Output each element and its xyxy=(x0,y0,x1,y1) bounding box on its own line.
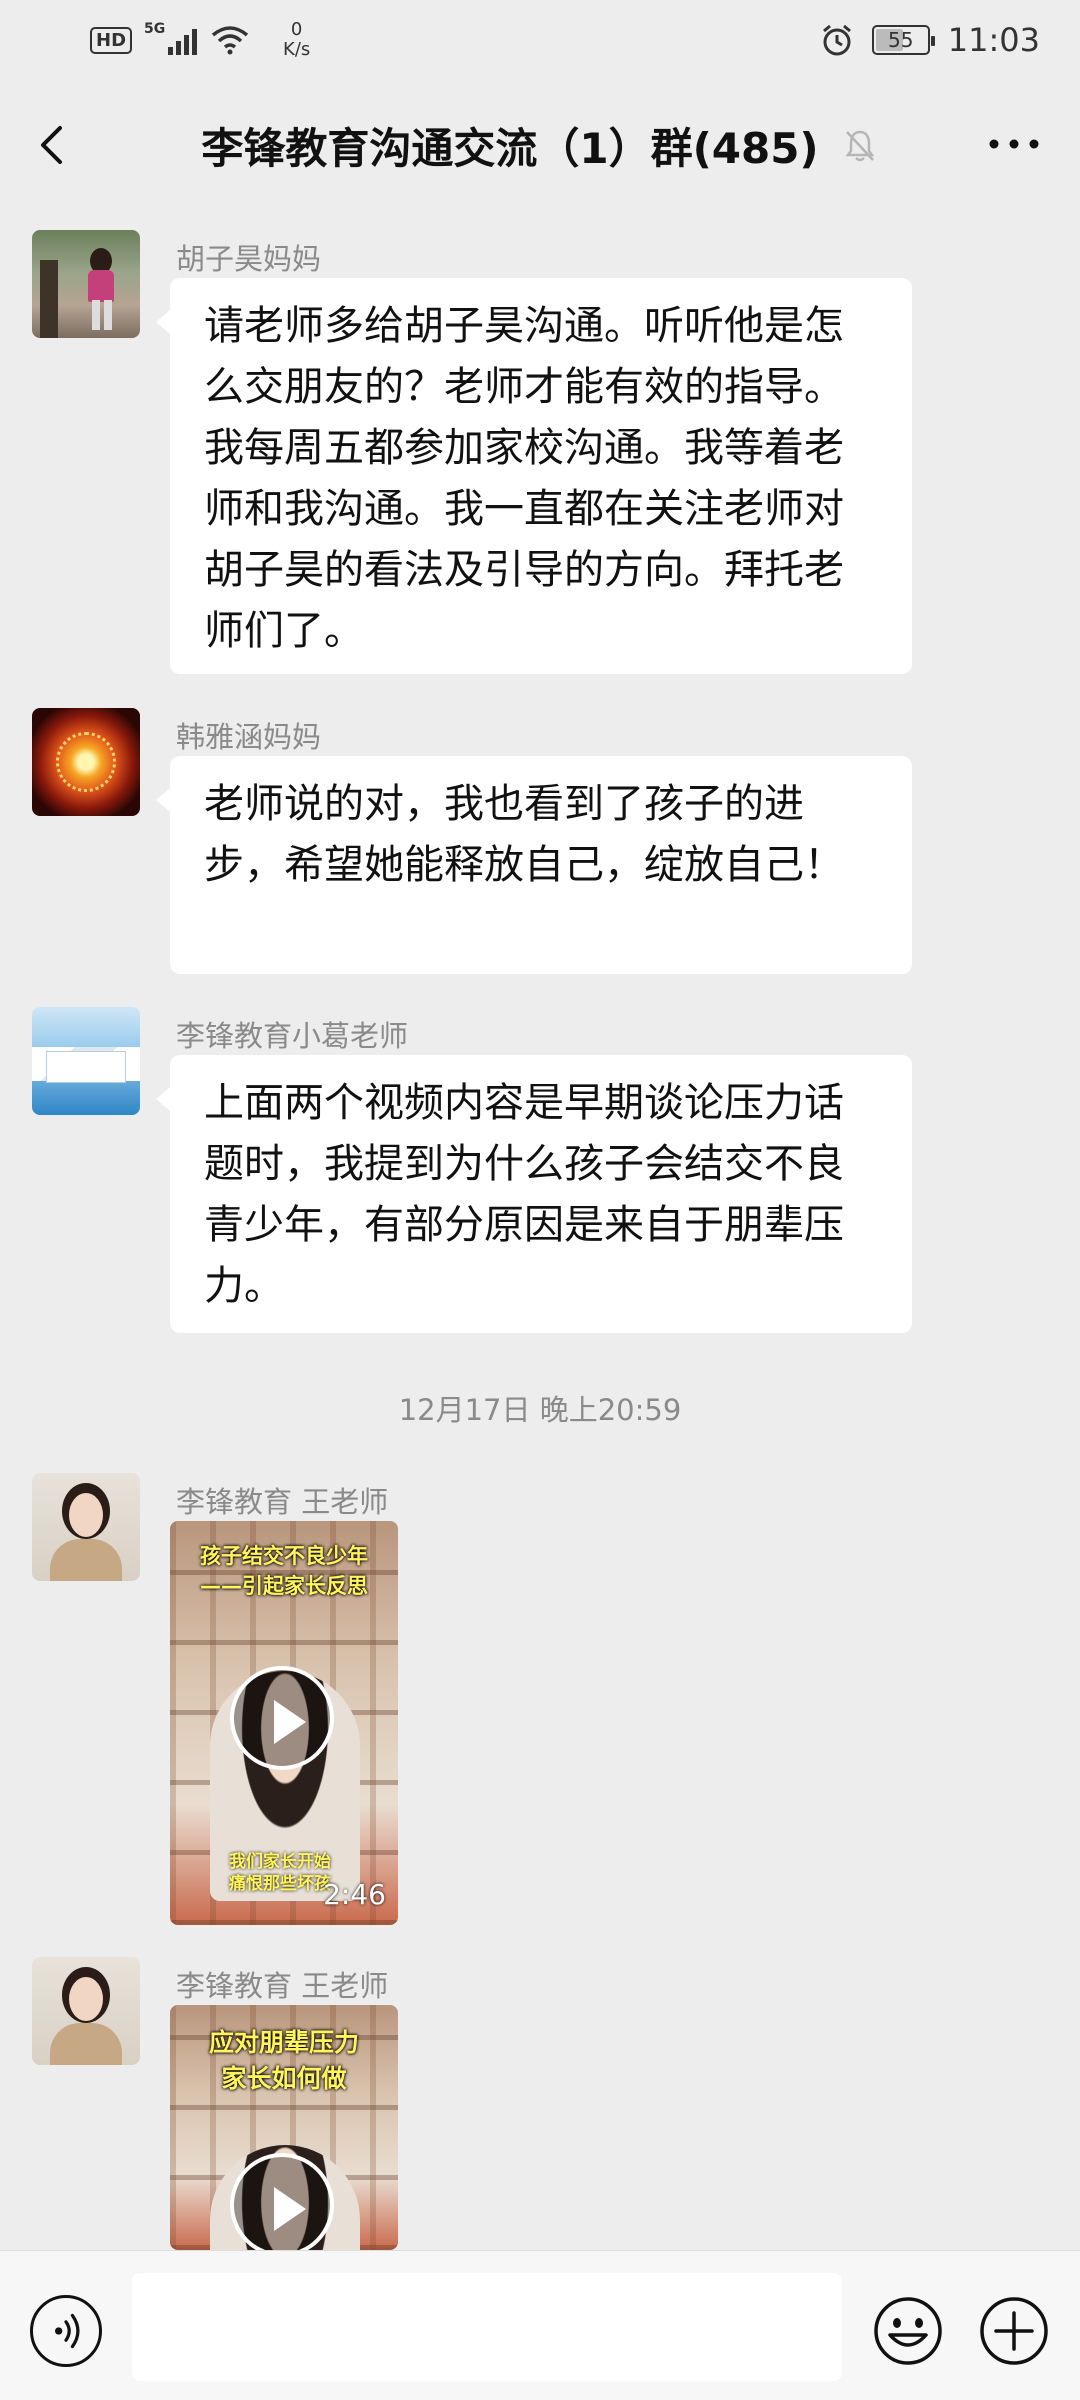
network-type: 5G xyxy=(144,21,166,37)
avatar[interactable] xyxy=(32,1007,140,1115)
sender-name: 李锋教育 王老师 xyxy=(176,1485,389,1519)
sender-name: 胡子昊妈妈 xyxy=(176,242,322,276)
sender-name: 韩雅涵妈妈 xyxy=(176,720,322,754)
message-bubble[interactable]: 上面两个视频内容是早期谈论压力话题时，我提到为什么孩子会结交不良青少年，有部分原… xyxy=(156,1055,912,1333)
back-arrow-icon[interactable] xyxy=(30,120,80,170)
message-input[interactable] xyxy=(132,2273,842,2381)
hd-badge: HD xyxy=(90,26,133,54)
play-icon[interactable] xyxy=(230,1666,334,1770)
plus-icon[interactable] xyxy=(978,2295,1050,2367)
avatar[interactable] xyxy=(32,230,140,338)
muted-bell-icon xyxy=(845,130,875,162)
avatar[interactable] xyxy=(32,708,140,816)
more-dots-icon[interactable] xyxy=(984,132,1044,156)
clock: 11:03 xyxy=(947,21,1040,59)
wifi-icon xyxy=(211,26,249,55)
input-bar xyxy=(0,2250,1080,2400)
chat-header: 李锋教育沟通交流（1）群(485) xyxy=(0,80,1080,210)
status-bar: HD 5G 0 K/s 55 11:03 xyxy=(0,0,1080,80)
voice-icon[interactable] xyxy=(30,2295,102,2367)
emoji-icon[interactable] xyxy=(872,2295,944,2367)
video-subtitle: 我们家长开始 痛恨那些坏孩 xyxy=(229,1852,331,1894)
status-left: HD 5G 0 K/s xyxy=(90,20,310,60)
avatar[interactable] xyxy=(32,1957,140,2065)
video-thumbnail[interactable]: 孩子结交不良少年 ——引起家长反思 我们家长开始 痛恨那些坏孩 2:46 xyxy=(170,1521,398,1925)
network-speed-unit: K/s xyxy=(283,39,311,60)
battery-icon: 55 xyxy=(871,25,935,55)
battery-level: 55 xyxy=(888,28,914,52)
status-right: 55 11:03 xyxy=(820,21,1040,59)
video-caption: 应对朋辈压力 家长如何做 xyxy=(208,2028,359,2093)
video-caption: 孩子结交不良少年 ——引起家长反思 xyxy=(200,1544,368,1598)
video-thumbnail[interactable]: 应对朋辈压力 家长如何做 xyxy=(170,2005,398,2250)
chat-title: 李锋教育沟通交流（1）群(485) xyxy=(201,123,819,173)
message-bubble[interactable]: 老师说的对，我也看到了孩子的进步，希望她能释放自己，绽放自己！ xyxy=(156,756,912,974)
cellular-signal-icon: 5G xyxy=(144,21,198,55)
video-duration: 2:46 xyxy=(323,1878,386,1911)
network-speed-value: 0 xyxy=(290,19,303,40)
sender-name: 李锋教育 王老师 xyxy=(176,1969,389,2003)
message-bubble[interactable]: 请老师多给胡子昊沟通。听听他是怎么交朋友的？老师才能有效的指导。我每周五都参加家… xyxy=(156,278,912,674)
sender-name: 李锋教育小葛老师 xyxy=(176,1019,409,1053)
alarm-icon xyxy=(822,24,851,56)
network-speed: 0 K/s xyxy=(283,20,310,60)
timestamp: 12月17日 晚上20:59 xyxy=(398,1393,682,1427)
avatar[interactable] xyxy=(32,1473,140,1581)
play-icon[interactable] xyxy=(230,2153,334,2250)
